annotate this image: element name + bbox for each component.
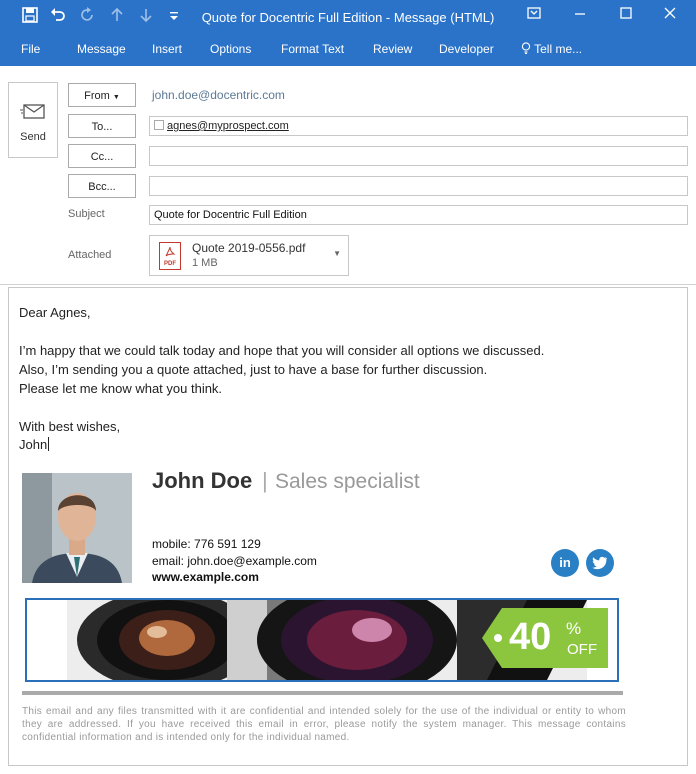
from-address: john.doe@docentric.com <box>152 88 285 102</box>
greeting-text: Dear Agnes, <box>19 305 91 320</box>
signature-website[interactable]: www.example.com <box>152 570 259 584</box>
recipient-checkbox-icon <box>154 120 164 130</box>
subject-value: Quote for Docentric Full Edition <box>154 209 307 221</box>
recipient-chip[interactable]: agnes@myprospect.com <box>154 117 289 135</box>
to-label: To... <box>91 121 113 133</box>
attached-label: Attached <box>68 249 112 261</box>
signature-email: email: john.doe@example.com <box>152 554 317 568</box>
bcc-label: Bcc... <box>88 181 116 193</box>
body-line-3: Please let me know what you think. <box>19 381 223 396</box>
body-line-2: Also, I’m sending you a quote attached, … <box>19 362 488 377</box>
bcc-button[interactable]: Bcc... <box>68 174 136 198</box>
from-button[interactable]: From ▼ <box>68 83 136 107</box>
body-line-1: I’m happy that we could talk today and h… <box>19 343 545 358</box>
tab-format-text[interactable]: Format Text <box>281 42 344 56</box>
tell-me-label: Tell me... <box>534 42 583 56</box>
tab-options[interactable]: Options <box>210 42 251 56</box>
subject-label: Subject <box>68 208 105 220</box>
signature-separator: | <box>262 468 268 493</box>
signature-divider <box>22 691 623 695</box>
discount-off: OFF <box>567 641 597 658</box>
cc-field[interactable] <box>149 146 688 166</box>
twitter-icon[interactable] <box>586 549 614 577</box>
send-label: Send <box>20 131 46 143</box>
discount-percent: % <box>566 619 582 638</box>
chevron-down-icon: ▼ <box>112 94 120 101</box>
twitter-bird-glyph <box>592 556 607 570</box>
confidentiality-disclaimer: This email and any files transmitted wit… <box>22 706 626 743</box>
closing-text: With best wishes, <box>19 419 121 434</box>
send-button[interactable]: Send <box>8 82 58 158</box>
promo-banner[interactable]: 40 % OFF <box>25 598 619 682</box>
pdf-file-icon: PDF <box>159 242 181 270</box>
cc-label: Cc... <box>90 151 114 163</box>
recipient-address: agnes@myprospect.com <box>167 120 289 132</box>
close-icon[interactable] <box>656 6 684 24</box>
signoff-line: John <box>19 437 50 452</box>
to-button[interactable]: To... <box>68 114 136 138</box>
minimize-icon[interactable] <box>566 6 594 24</box>
profile-photo <box>22 473 132 583</box>
signature-mobile: mobile: 776 591 129 <box>152 537 261 551</box>
discount-value: 40 <box>509 616 552 658</box>
text-cursor <box>48 437 50 451</box>
tab-developer[interactable]: Developer <box>439 42 494 56</box>
attachment-dropdown-icon[interactable]: ▼ <box>333 249 341 258</box>
signature-name: John Doe <box>152 468 253 493</box>
signature-role: Sales specialist <box>275 470 420 493</box>
pdf-type-tag: PDF <box>164 261 176 267</box>
acrobat-glyph-icon <box>160 246 180 261</box>
tab-message[interactable]: Message <box>77 42 126 56</box>
subject-field[interactable]: Quote for Docentric Full Edition <box>149 205 688 225</box>
linkedin-icon[interactable]: in <box>551 549 579 577</box>
tab-review[interactable]: Review <box>373 42 412 56</box>
maximize-icon[interactable] <box>612 6 640 24</box>
signoff-text: John <box>19 437 48 452</box>
tab-file[interactable]: File <box>21 42 40 56</box>
ribbon-tabs: File Message Insert Options Format Text … <box>0 36 696 66</box>
ribbon-display-options-icon[interactable] <box>520 6 548 24</box>
tell-me-search[interactable]: Tell me... <box>521 42 582 56</box>
lightbulb-icon <box>521 42 534 56</box>
title-bar: Quote for Docentric Full Edition - Messa… <box>0 0 696 36</box>
attachment-name: Quote 2019-0556.pdf <box>192 241 306 255</box>
from-label: From <box>84 90 110 102</box>
attachment-chip[interactable]: PDF Quote 2019-0556.pdf 1 MB ▼ <box>149 235 349 276</box>
attachment-size: 1 MB <box>192 257 218 269</box>
to-field[interactable]: agnes@myprospect.com <box>149 116 688 136</box>
linkedin-glyph: in <box>559 555 571 570</box>
bcc-field[interactable] <box>149 176 688 196</box>
cc-button[interactable]: Cc... <box>68 144 136 168</box>
tab-insert[interactable]: Insert <box>152 42 182 56</box>
